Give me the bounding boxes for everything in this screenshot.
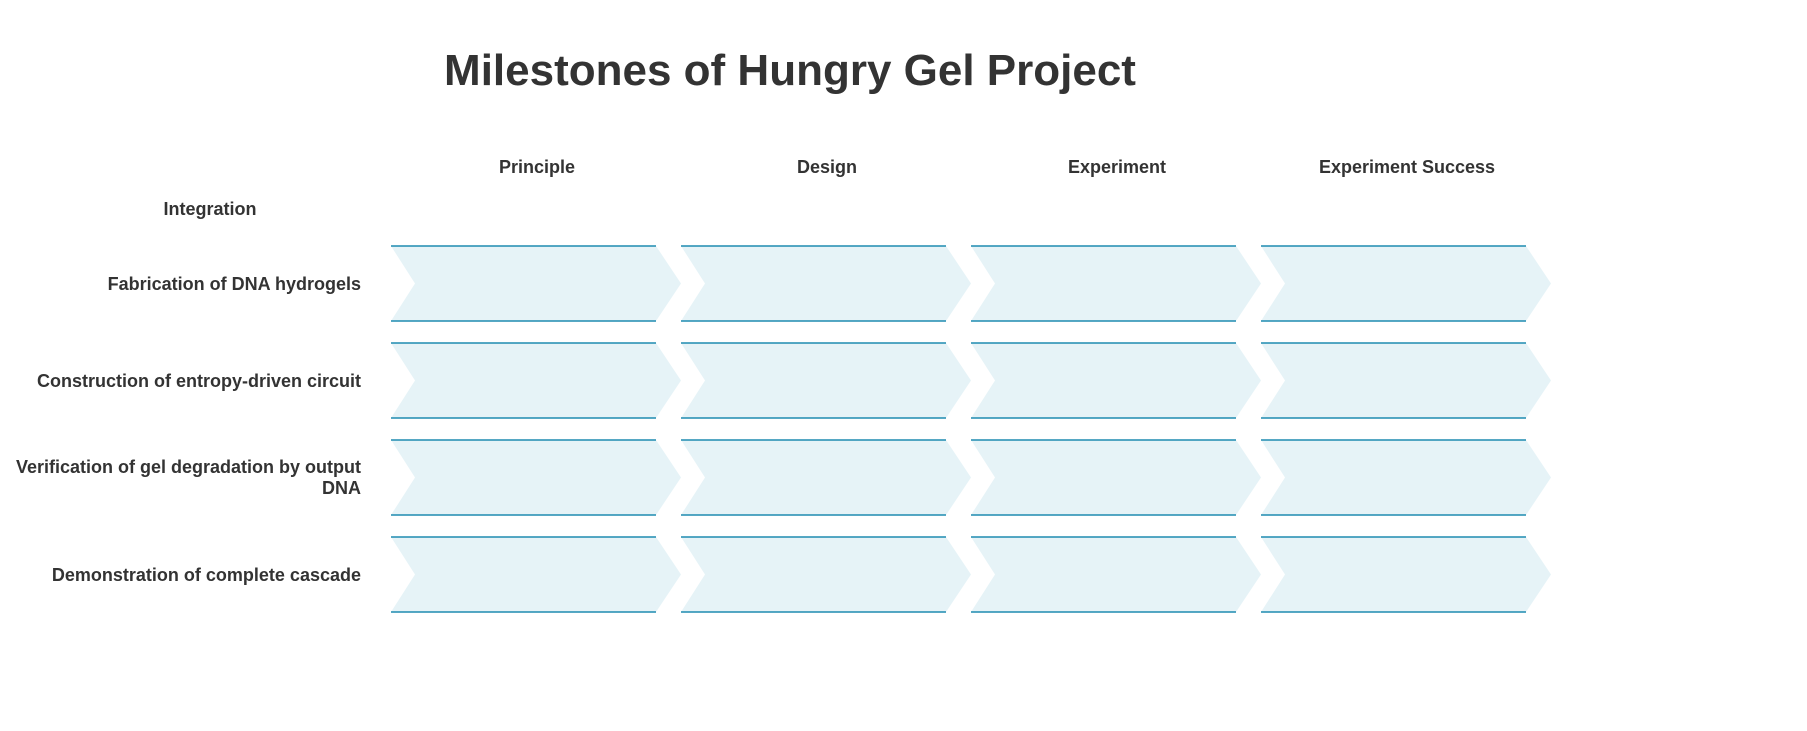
chevron-cell-r4-c2: [681, 536, 971, 613]
chevron-cell-r4-c3: [971, 536, 1261, 613]
chevron-shape: [391, 343, 681, 418]
chevron-shape: [1261, 537, 1551, 612]
chevron-shape: [681, 343, 971, 418]
chevron-cell-r2-c2: [681, 342, 971, 419]
chevron-shape: [681, 246, 971, 321]
chevron-shape: [971, 537, 1261, 612]
chevron-cell-r2-c4: [1261, 342, 1551, 419]
chevron-shape: [681, 440, 971, 515]
chevron-cell-r1-c4: [1261, 245, 1551, 322]
chevron-cell-r3-c2: [681, 439, 971, 516]
chevron-shape: [1261, 440, 1551, 515]
chevron-cell-r3-c1: [391, 439, 681, 516]
chevron-shape: [1261, 343, 1551, 418]
chevron-cell-r4-c1: [391, 536, 681, 613]
chevron-shape: [391, 537, 681, 612]
chevron-cell-r2-c3: [971, 342, 1261, 419]
chevron-cell-r2-c1: [391, 342, 681, 419]
chevron-grid: [391, 245, 1551, 613]
chevron-cell-r3-c3: [971, 439, 1261, 516]
chevron-shape: [391, 246, 681, 321]
chevron-shape: [1261, 246, 1551, 321]
chevron-cell-r3-c4: [1261, 439, 1551, 516]
chevron-cell-r4-c4: [1261, 536, 1551, 613]
chevron-cell-r1-c1: [391, 245, 681, 322]
chevron-shape: [391, 440, 681, 515]
chevron-shape: [971, 246, 1261, 321]
chevron-cell-r1-c2: [681, 245, 971, 322]
chevron-cell-r1-c3: [971, 245, 1261, 322]
chevron-shape: [971, 343, 1261, 418]
chevron-shape: [681, 537, 971, 612]
chevron-shape: [971, 440, 1261, 515]
